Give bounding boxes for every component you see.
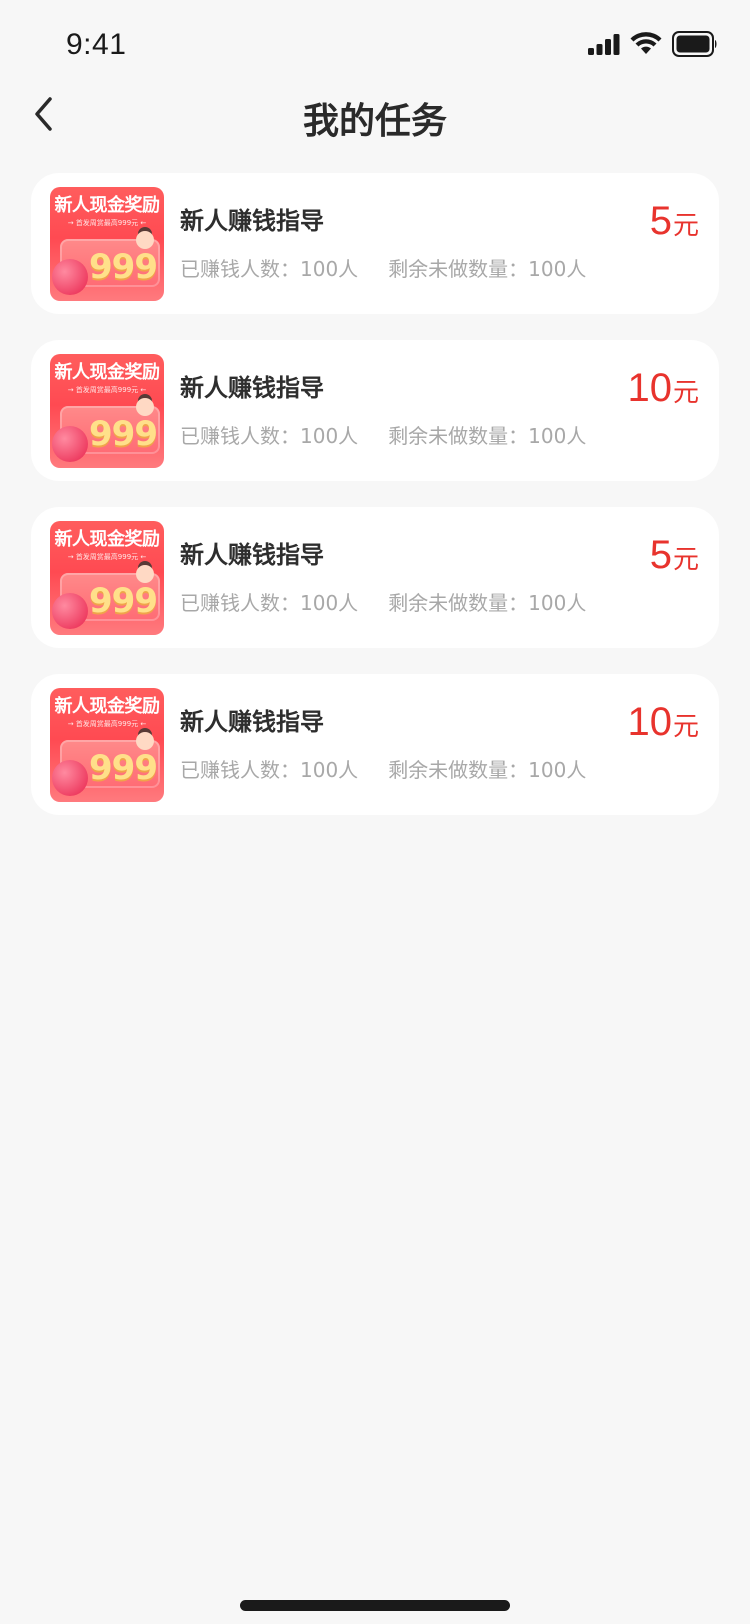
- status-icons: [588, 31, 718, 61]
- thumbnail-title: 新人现金奖励: [54, 195, 161, 216]
- task-thumbnail: 新人现金奖励 → 首发周赏最高999元 ← 999: [50, 688, 164, 802]
- thumbnail-decoration: [52, 760, 88, 796]
- thumbnail-amount: 999: [89, 414, 158, 454]
- status-bar: 9:41: [0, 0, 750, 92]
- nav-bar: 我的任务: [0, 88, 750, 144]
- thumbnail-decoration: [52, 259, 88, 295]
- chevron-left-icon: [32, 96, 56, 136]
- thumbnail-amount: 999: [89, 748, 158, 788]
- thumbnail-amount: 999: [89, 247, 158, 287]
- reward-unit: 元: [672, 712, 699, 742]
- battery-icon: [672, 31, 718, 61]
- task-list: 新人现金奖励 → 首发周赏最高999元 ← 999 新人赚钱指导 已赚钱人数：1…: [31, 173, 719, 841]
- remaining-count: 剩余未做数量：100人: [388, 591, 587, 615]
- task-card[interactable]: 新人现金奖励 → 首发周赏最高999元 ← 999 新人赚钱指导 已赚钱人数：1…: [31, 340, 719, 481]
- reward-amount: 10: [627, 366, 672, 410]
- reward-amount: 10: [627, 700, 672, 744]
- task-meta: 已赚钱人数：100人 剩余未做数量：100人: [180, 253, 586, 282]
- earned-count: 已赚钱人数：100人: [180, 758, 359, 782]
- thumbnail-decoration: [52, 426, 88, 462]
- thumbnail-title: 新人现金奖励: [54, 696, 161, 717]
- remaining-count: 剩余未做数量：100人: [388, 758, 587, 782]
- thumbnail-subtitle: → 首发周赏最高999元 ←: [67, 553, 147, 561]
- task-reward: 5 元: [650, 533, 699, 578]
- task-reward: 10 元: [627, 366, 699, 411]
- task-card[interactable]: 新人现金奖励 → 首发周赏最高999元 ← 999 新人赚钱指导 已赚钱人数：1…: [31, 173, 719, 314]
- task-thumbnail: 新人现金奖励 → 首发周赏最高999元 ← 999: [50, 187, 164, 301]
- page-title: 我的任务: [302, 101, 447, 142]
- thumbnail-amount: 999: [89, 581, 158, 621]
- task-meta: 已赚钱人数：100人 剩余未做数量：100人: [180, 420, 586, 449]
- reward-unit: 元: [672, 211, 699, 241]
- task-name: 新人赚钱指导: [180, 708, 324, 736]
- thumbnail-title: 新人现金奖励: [54, 529, 161, 550]
- thumbnail-decoration: [52, 593, 88, 629]
- back-button[interactable]: [24, 96, 64, 136]
- status-time: 9:41: [66, 28, 127, 61]
- task-name: 新人赚钱指导: [180, 207, 324, 235]
- cellular-signal-icon: [588, 33, 620, 59]
- task-card[interactable]: 新人现金奖励 → 首发周赏最高999元 ← 999 新人赚钱指导 已赚钱人数：1…: [31, 507, 719, 648]
- task-meta: 已赚钱人数：100人 剩余未做数量：100人: [180, 587, 586, 616]
- remaining-count: 剩余未做数量：100人: [388, 257, 587, 281]
- task-thumbnail: 新人现金奖励 → 首发周赏最高999元 ← 999: [50, 354, 164, 468]
- task-thumbnail: 新人现金奖励 → 首发周赏最高999元 ← 999: [50, 521, 164, 635]
- thumbnail-subtitle: → 首发周赏最高999元 ←: [67, 386, 147, 394]
- remaining-count: 剩余未做数量：100人: [388, 424, 587, 448]
- task-name: 新人赚钱指导: [180, 374, 324, 402]
- reward-unit: 元: [672, 545, 699, 575]
- earned-count: 已赚钱人数：100人: [180, 591, 359, 615]
- reward-amount: 5: [649, 533, 672, 577]
- home-indicator: [240, 1600, 510, 1611]
- thumbnail-subtitle: → 首发周赏最高999元 ←: [67, 720, 147, 728]
- task-meta: 已赚钱人数：100人 剩余未做数量：100人: [180, 754, 586, 783]
- reward-unit: 元: [672, 378, 699, 408]
- wifi-icon: [630, 32, 662, 60]
- task-name: 新人赚钱指导: [180, 541, 324, 569]
- task-reward: 10 元: [627, 700, 699, 745]
- earned-count: 已赚钱人数：100人: [180, 424, 359, 448]
- task-card[interactable]: 新人现金奖励 → 首发周赏最高999元 ← 999 新人赚钱指导 已赚钱人数：1…: [31, 674, 719, 815]
- task-reward: 5 元: [650, 199, 699, 244]
- thumbnail-subtitle: → 首发周赏最高999元 ←: [67, 219, 147, 227]
- thumbnail-title: 新人现金奖励: [54, 362, 161, 383]
- reward-amount: 5: [649, 199, 672, 243]
- earned-count: 已赚钱人数：100人: [180, 257, 359, 281]
